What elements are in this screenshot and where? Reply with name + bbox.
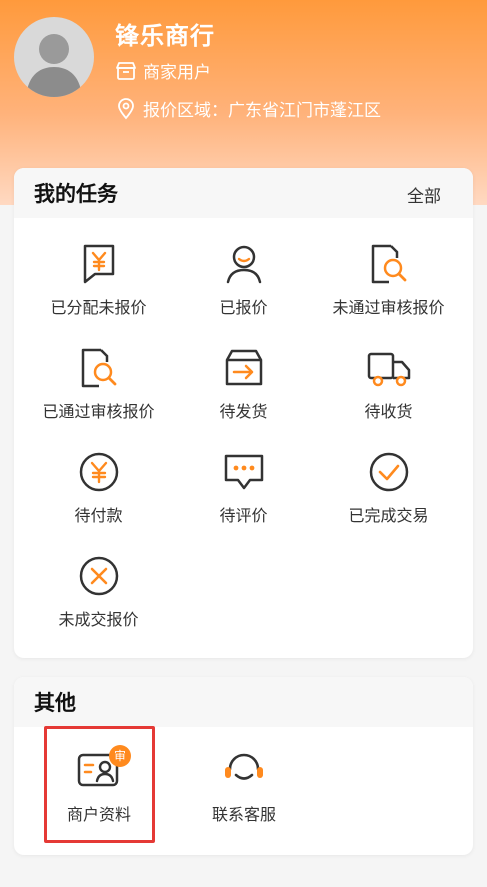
tasks-card-header: 我的任务 全部 <box>14 168 473 218</box>
contact-support-label: 联系客服 <box>211 805 276 824</box>
contact-support-button[interactable]: 联系客服 <box>188 745 300 863</box>
task-to-ship[interactable]: 待发货 <box>167 346 320 450</box>
avatar[interactable] <box>14 17 94 97</box>
task-unquoted[interactable]: 已分配未报价 <box>22 242 175 346</box>
review-search-icon <box>371 244 406 284</box>
highlight-box <box>44 726 155 843</box>
task-label: 待发货 <box>219 402 268 421</box>
task-label: 已通过审核报价 <box>42 402 155 421</box>
task-not-closed[interactable]: 未成交报价 <box>22 554 175 658</box>
task-to-pay[interactable]: 待付款 <box>22 450 175 554</box>
review-search-icon <box>81 348 116 388</box>
task-label: 已分配未报价 <box>50 298 147 317</box>
location-pin-icon <box>118 97 134 119</box>
task-quoted[interactable]: 已报价 <box>167 242 320 346</box>
tasks-card: 我的任务 全部 已分配未报价 已报价 未通过审核报价 已通过审核报价 待发货 待… <box>14 168 473 658</box>
task-completed[interactable]: 已完成交易 <box>312 450 465 554</box>
task-label: 未成交报价 <box>58 610 139 629</box>
task-label: 待付款 <box>74 506 123 525</box>
avatar-person-icon <box>26 34 82 97</box>
yen-circle-icon <box>79 452 118 492</box>
task-to-receive[interactable]: 待收货 <box>312 346 465 450</box>
task-label: 待评价 <box>219 506 268 525</box>
quote-yen-icon <box>83 244 114 284</box>
user-role-row: 商家用户 <box>115 58 211 83</box>
view-all-link[interactable]: 全部 <box>407 182 441 207</box>
user-region: 报价区域：广东省江门市蓬江区 <box>143 101 381 121</box>
ship-box-icon <box>225 349 262 386</box>
tasks-title: 我的任务 <box>34 182 118 206</box>
task-review-rejected[interactable]: 未通过审核报价 <box>312 242 465 346</box>
chat-dots-icon <box>224 454 263 490</box>
user-smile-icon <box>226 245 261 284</box>
other-title: 其他 <box>34 691 76 715</box>
user-name: 锋乐商行 <box>115 22 215 50</box>
user-region-row: 报价区域：广东省江门市蓬江区 <box>115 96 381 121</box>
store-icon <box>116 61 136 80</box>
task-label: 未通过审核报价 <box>332 298 445 317</box>
task-label: 已完成交易 <box>348 506 429 525</box>
task-label: 待收货 <box>364 402 413 421</box>
x-circle-icon <box>79 556 118 596</box>
truck-icon <box>367 352 410 387</box>
user-role: 商家用户 <box>143 63 211 83</box>
task-review-approved[interactable]: 已通过审核报价 <box>22 346 175 450</box>
other-card-header: 其他 <box>14 677 473 727</box>
task-to-review[interactable]: 待评价 <box>167 450 320 554</box>
task-label: 已报价 <box>219 298 268 317</box>
check-circle-icon <box>369 452 408 492</box>
headset-icon <box>225 753 263 780</box>
